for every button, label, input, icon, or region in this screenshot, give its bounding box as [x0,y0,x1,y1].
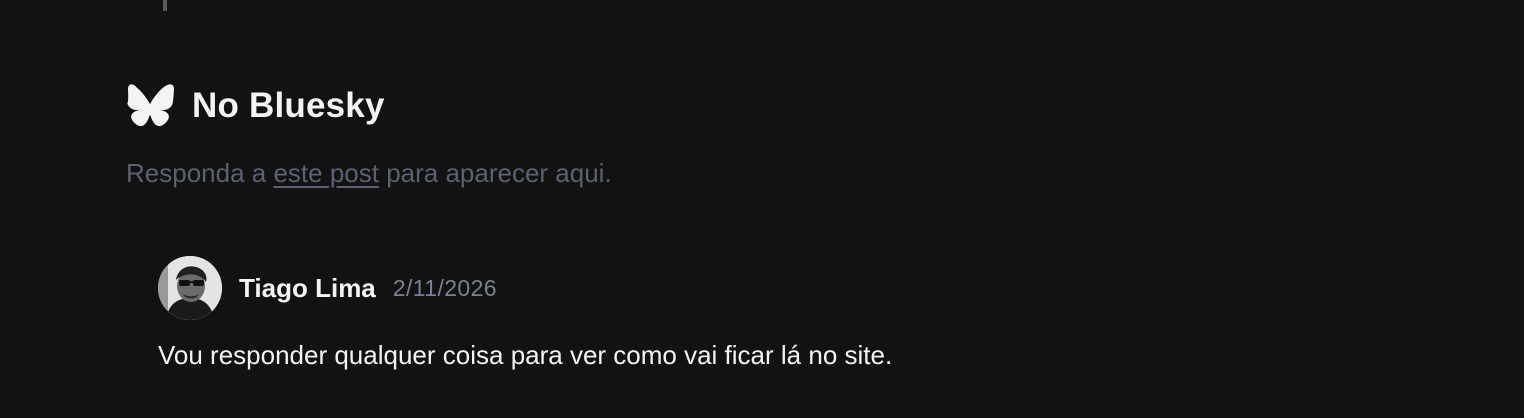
reply-hint: Responda a este post para aparecer aqui. [126,155,612,191]
hint-text-before: Responda a [126,158,274,188]
avatar[interactable] [158,256,222,320]
comment-meta: Tiago Lima 2/11/2026 [158,256,1358,320]
comment-item: Tiago Lima 2/11/2026 Vou responder qualq… [158,256,1358,370]
section-title: No Bluesky [192,86,385,125]
comment-text: Vou responder qualquer coisa para ver co… [158,340,893,370]
comments-section: No Bluesky Responda a este post para apa… [0,0,1524,418]
comment-author[interactable]: Tiago Lima [239,273,376,304]
post-link[interactable]: este post [273,158,379,188]
thread-divider [163,0,167,11]
comment-date: 2/11/2026 [392,274,497,301]
bluesky-butterfly-icon [126,84,174,128]
hint-text-after: para aparecer aqui. [378,158,612,188]
section-header: No Bluesky [126,84,385,128]
